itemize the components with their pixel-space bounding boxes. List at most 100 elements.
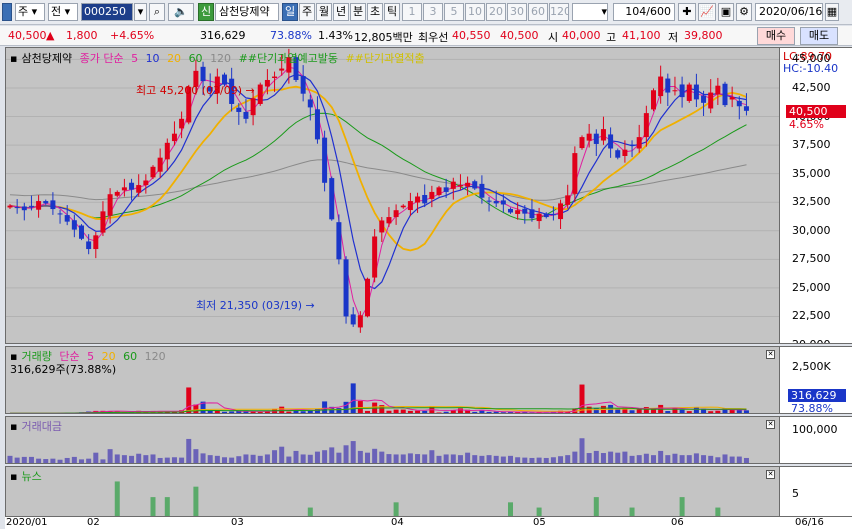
candle-body: [658, 76, 664, 97]
period-tab[interactable]: 일: [282, 3, 298, 21]
candle-body: [157, 157, 163, 172]
price-chart-pane[interactable]: ▪ 삼천당제약 종가 단순 5 10 20 60 120 ##단기과열예고발동 #…: [5, 47, 780, 344]
amount-bar: [322, 450, 328, 463]
chevron-down-icon: ▾: [64, 5, 71, 18]
amount-bar: [350, 441, 356, 463]
period-tab[interactable]: 주: [299, 3, 315, 21]
close-pane-icon[interactable]: ✕: [766, 350, 775, 359]
volume-bar: [436, 412, 442, 413]
amount-bar: [79, 459, 84, 463]
period-type-select[interactable]: 주 ▾: [15, 3, 45, 21]
tools-button[interactable]: ✚: [678, 3, 696, 21]
period-tab[interactable]: 년: [333, 3, 349, 21]
amount-bar: [529, 457, 535, 463]
buy-button[interactable]: 매수: [757, 27, 795, 45]
candle-body: [243, 111, 249, 119]
amount-bar: [200, 453, 206, 463]
menu-handle[interactable]: [2, 3, 12, 21]
ma120-line: [9, 159, 747, 201]
volume-bar: [386, 410, 392, 413]
amount-bar: [222, 457, 227, 463]
date-axis: 2020/01 02 03 04 05 06 06/16: [5, 517, 852, 529]
amount-bar: [651, 455, 656, 463]
amount-axis: 100,000: [780, 416, 852, 464]
sell-button[interactable]: 매도: [800, 27, 838, 45]
sound-button[interactable]: 🔈: [168, 3, 194, 21]
crosshair-icon: ✚: [682, 5, 692, 18]
volume-bar: [250, 411, 256, 413]
trade-amount-pane[interactable]: ▪ 거래대금 ✕: [5, 416, 780, 464]
amount-bar: [50, 458, 56, 463]
indicator-button[interactable]: 📈: [698, 3, 716, 21]
interval-tab[interactable]: 10: [465, 3, 485, 21]
candle-body: [64, 215, 70, 222]
settings-button[interactable]: ⚙: [736, 3, 752, 21]
amount-bar: [465, 452, 471, 463]
amount-bar: [71, 456, 77, 463]
count-field[interactable]: 104/600: [613, 3, 675, 21]
stock-name-field: 삼천당제약: [215, 3, 279, 21]
stock-code-input[interactable]: 000250: [81, 3, 133, 21]
amount-bar: [386, 454, 392, 463]
candle-body: [257, 84, 263, 104]
price-axis-tick: 42,500: [792, 80, 831, 94]
close-pane-icon[interactable]: ✕: [766, 470, 775, 479]
volume-bar: [515, 412, 521, 413]
candle-body: [565, 195, 571, 205]
candle-body: [143, 180, 149, 186]
arrow-right-icon: →: [245, 84, 255, 97]
volume-bar: [543, 412, 549, 413]
close-pane-icon[interactable]: ✕: [766, 420, 775, 429]
amount-bar: [236, 456, 242, 463]
high-label: 고: [606, 31, 617, 44]
candle-body: [307, 99, 313, 108]
interval-tab[interactable]: 30: [507, 3, 527, 21]
news-pane[interactable]: ▪ 뉴스 ✕: [5, 466, 780, 517]
interval-tab[interactable]: 60: [528, 3, 548, 21]
code-dropdown-button[interactable]: ▾: [134, 3, 147, 21]
volume-bar: [686, 411, 692, 413]
period-tab[interactable]: 분: [350, 3, 366, 21]
candle-body: [550, 214, 556, 216]
chart-window: 주 ▾ 전 ▾ 000250 ▾ ⌕ 🔈 신 삼천당제약 ▾ 104/600 ✚…: [0, 0, 852, 529]
date-field[interactable]: 2020/06/16: [755, 3, 823, 21]
candle-body: [572, 153, 578, 194]
amount-axis-tick: 100,000: [792, 423, 838, 436]
amount-bar: [722, 454, 728, 463]
news-bar: [679, 497, 685, 516]
interval-select[interactable]: ▾: [572, 3, 608, 21]
interval-tab[interactable]: 1: [402, 3, 422, 21]
interval-tab[interactable]: 20: [486, 3, 506, 21]
date-axis-label: 2020/01: [6, 517, 48, 528]
ma20-label: 20: [167, 52, 182, 65]
volume-bar: [679, 409, 685, 413]
candle-body: [651, 90, 656, 110]
interval-tab[interactable]: 3: [423, 3, 443, 21]
volume-pane[interactable]: ▪ 거래량 단순 5 20 60 120 316,629주(73.88%) ✕: [5, 346, 780, 414]
low-annotation-text: 최저 21,350 (03/19): [196, 299, 303, 312]
amount-bar: [64, 457, 70, 463]
ma120-label: 120: [210, 52, 232, 65]
amount-bar: [300, 454, 306, 463]
amount-bar: [171, 457, 177, 463]
period-tab[interactable]: 틱: [384, 3, 400, 21]
amount-bar: [407, 453, 413, 463]
candle-body: [357, 315, 363, 328]
interval-tab[interactable]: 120: [549, 3, 569, 21]
search-button[interactable]: ⌕: [149, 3, 165, 21]
news-bar: [508, 502, 513, 516]
candle-body: [457, 185, 463, 187]
candle-body: [14, 207, 20, 209]
amount-bar: [436, 455, 442, 463]
volume-bar: [479, 410, 485, 413]
save-button[interactable]: ▣: [718, 3, 734, 21]
period-tab[interactable]: 초: [367, 3, 383, 21]
interval-tab[interactable]: 5: [444, 3, 464, 21]
chevron-down-icon: ▾: [137, 5, 144, 18]
candle-body: [407, 201, 413, 211]
candle-body: [743, 106, 749, 111]
prev-select[interactable]: 전 ▾: [48, 3, 78, 21]
calendar-button[interactable]: ▦: [825, 3, 839, 21]
gear-icon: ⚙: [739, 5, 749, 18]
period-tab[interactable]: 월: [316, 3, 332, 21]
